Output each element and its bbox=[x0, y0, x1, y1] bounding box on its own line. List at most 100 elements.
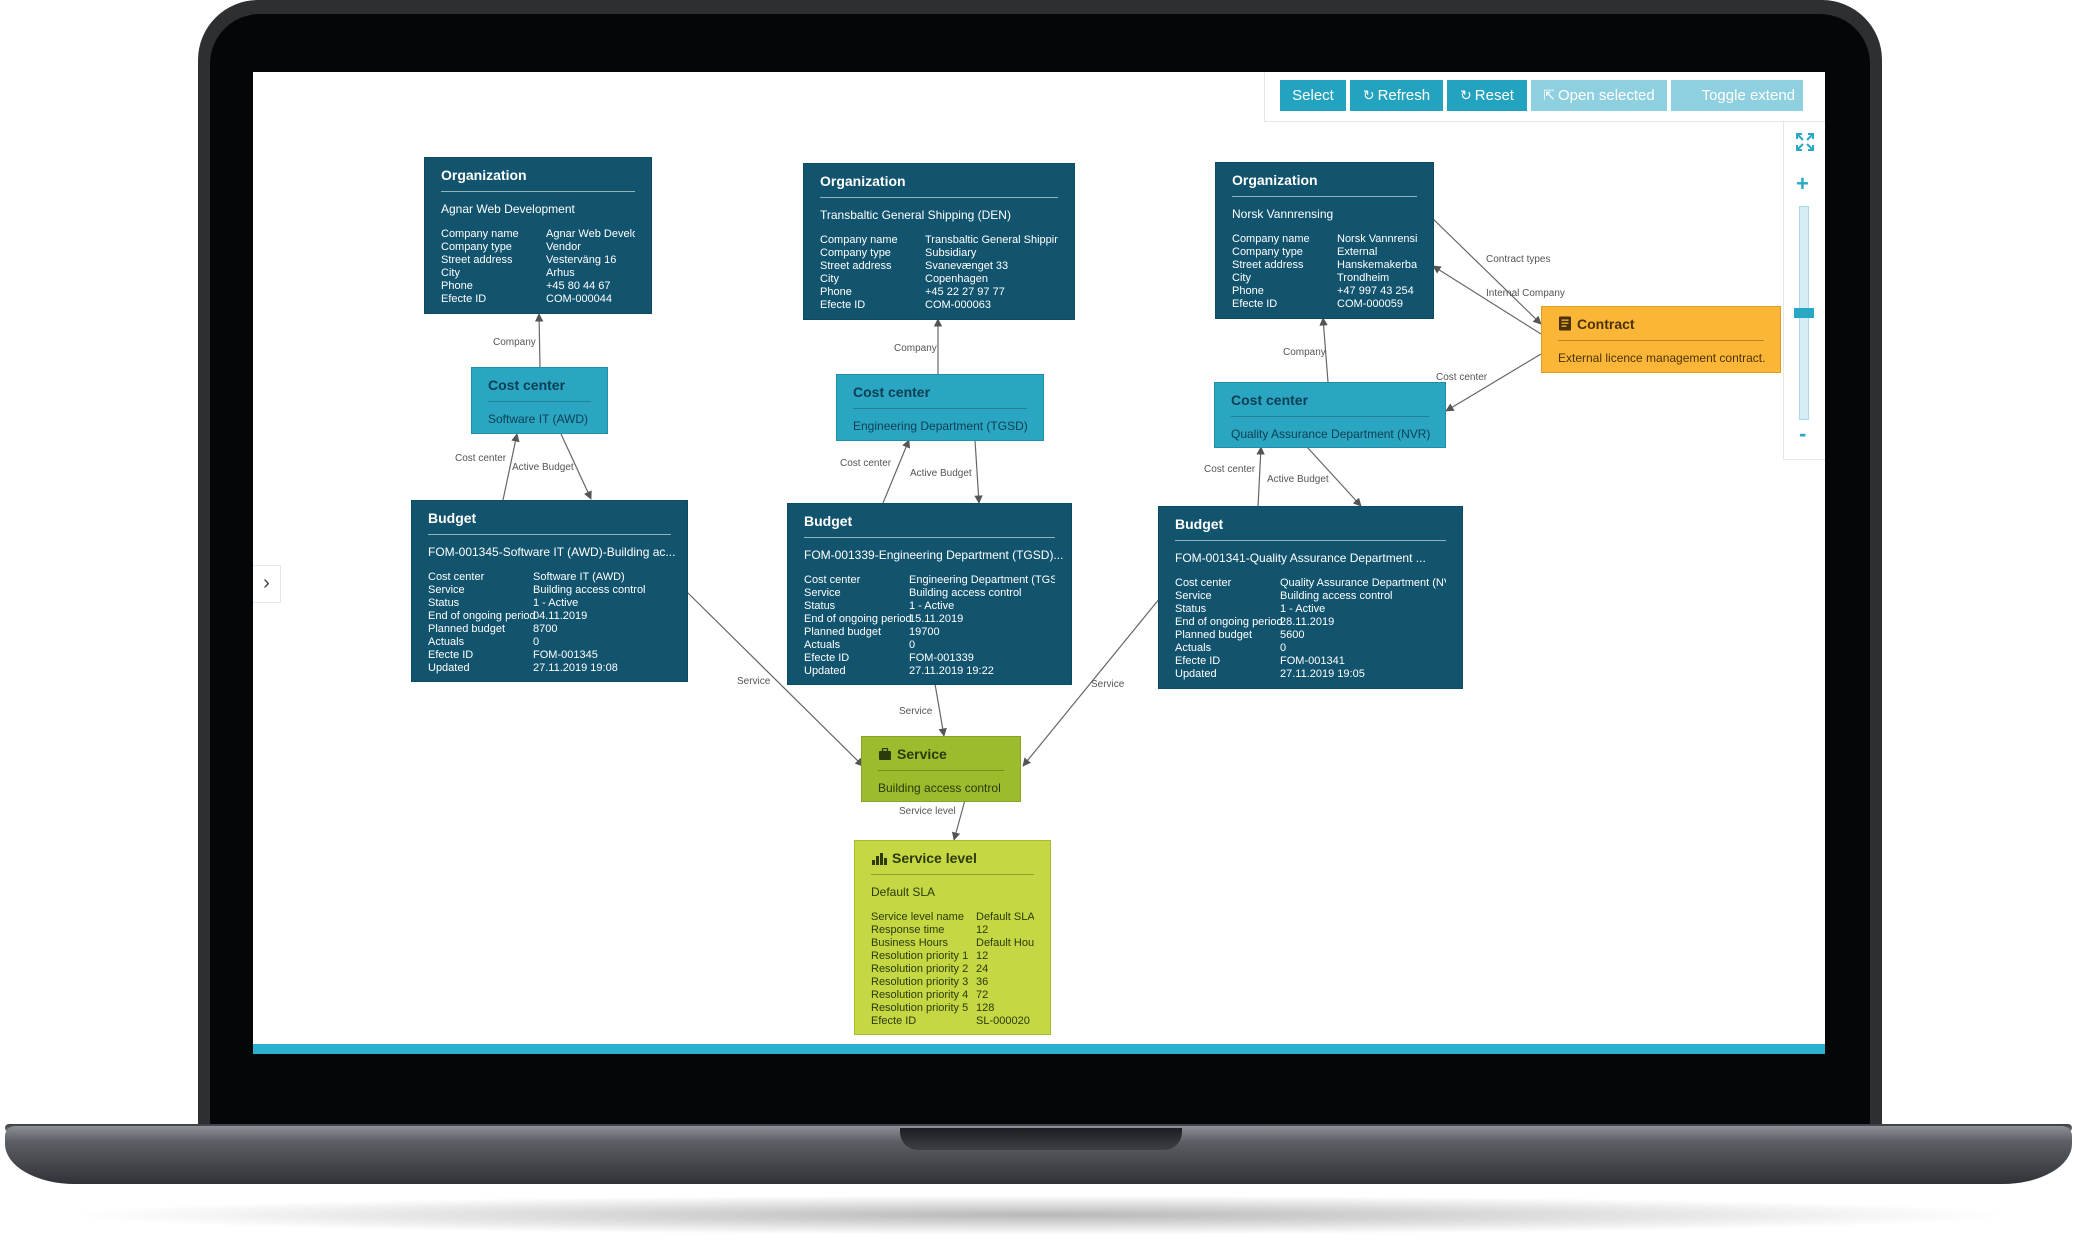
prop-row: Company name Agnar Web Development bbox=[441, 228, 635, 241]
prop-key: Service bbox=[804, 587, 841, 599]
prop-value: 04.11.2019 bbox=[533, 610, 588, 622]
prop-key: Efecte ID bbox=[1175, 655, 1221, 667]
edge-cc1-org1 bbox=[534, 313, 544, 368]
prop-value: 0 bbox=[909, 639, 916, 651]
prop-key: Company name bbox=[441, 228, 519, 240]
cost-center-node[interactable]: Cost center Engineering Department (TGSD… bbox=[836, 374, 1044, 441]
prop-row: Efecte ID COM-000063 bbox=[820, 299, 1058, 312]
service-node[interactable]: Service Building access control bbox=[861, 736, 1021, 802]
screen-bottom-bar bbox=[253, 1044, 1825, 1054]
select-label: Select bbox=[1292, 87, 1334, 104]
edge-label-cost-center: Cost center bbox=[455, 453, 507, 464]
contract-node[interactable]: Contract External licence management con… bbox=[1541, 306, 1781, 373]
node-type: Service level bbox=[892, 850, 977, 866]
graph-toolbar: Select ↻ Refresh ↻ Reset ⇱ Open selected To… bbox=[1264, 72, 1825, 122]
node-props: Service level name Default SLA Response t… bbox=[855, 899, 1050, 1028]
select-button[interactable]: Select bbox=[1280, 80, 1346, 111]
prop-row: End of ongoing period 28.11.2019 bbox=[1175, 616, 1446, 629]
edge-label-service: Service bbox=[899, 706, 933, 717]
zoom-out-button[interactable]: - bbox=[1799, 423, 1806, 445]
cost-center-node[interactable]: Cost center Software IT (AWD) bbox=[471, 367, 608, 434]
prop-row: Company name Norsk Vannrensing bbox=[1232, 233, 1417, 246]
prop-value: Subsidiary bbox=[925, 247, 977, 259]
prop-row: Resolution priority 4 72 bbox=[871, 989, 1034, 1002]
node-type: Budget bbox=[804, 513, 853, 529]
zoom-in-button[interactable]: + bbox=[1796, 173, 1809, 195]
prop-key: Phone bbox=[820, 286, 852, 298]
prop-value: External bbox=[1337, 246, 1378, 258]
open-selected-button[interactable]: ⇱ Open selected bbox=[1531, 80, 1667, 111]
prop-key: City bbox=[1232, 272, 1251, 284]
node-props: Company name Transbaltic General Shipping… bbox=[804, 222, 1074, 312]
prop-value: 27.11.2019 19:22 bbox=[909, 665, 994, 677]
prop-row: Status 1 - Active bbox=[1175, 603, 1446, 616]
toggle-extend-button[interactable]: Toggle extend bbox=[1671, 80, 1803, 111]
prop-row: Planned budget 19700 bbox=[804, 626, 1055, 639]
prop-key: Efecte ID bbox=[804, 652, 850, 664]
edge-label-company: Company bbox=[1283, 347, 1326, 358]
prop-value: COM-000063 bbox=[925, 299, 992, 311]
prop-row: Company type Subsidiary bbox=[820, 247, 1058, 260]
budget-node[interactable]: Budget FOM-001341-Quality Assurance Depa… bbox=[1158, 506, 1463, 689]
prop-row: Service Building access control bbox=[1175, 590, 1446, 603]
node-type: Service bbox=[897, 746, 947, 762]
node-props: Cost center Engineering Department (TGSD)… bbox=[788, 562, 1071, 678]
prop-row: Response time 12 bbox=[871, 924, 1034, 937]
prop-row: Street address Svanevænget 33 bbox=[820, 260, 1058, 273]
prop-value: 0 bbox=[533, 636, 540, 648]
prop-row: Updated 27.11.2019 19:22 bbox=[804, 665, 1055, 678]
prop-key: Phone bbox=[441, 280, 473, 292]
cost-center-node[interactable]: Cost center Quality Assurance Department… bbox=[1214, 382, 1446, 448]
budget-node[interactable]: Budget FOM-001345-Software IT (AWD)-Buil… bbox=[411, 500, 688, 682]
prop-value: Svanevænget 33 bbox=[925, 260, 1009, 272]
refresh-button[interactable]: ↻ Refresh bbox=[1350, 80, 1443, 111]
zoom-slider-handle[interactable] bbox=[1794, 308, 1814, 318]
organization-node[interactable]: Organization Agnar Web Development Compa… bbox=[424, 157, 652, 314]
fit-to-screen-icon[interactable] bbox=[1795, 132, 1815, 152]
organization-node[interactable]: Organization Norsk Vannrensing Company n… bbox=[1215, 162, 1434, 319]
prop-value: 5600 bbox=[1280, 629, 1305, 641]
prop-value: FOM-001339 bbox=[909, 652, 974, 664]
prop-key: Planned budget bbox=[428, 623, 506, 635]
node-name: FOM-001345-Software IT (AWD)-Building ac… bbox=[428, 545, 676, 559]
budget-node[interactable]: Budget FOM-001339-Engineering Department… bbox=[787, 503, 1072, 685]
node-name: Software IT (AWD) bbox=[488, 412, 589, 426]
prop-value: Transbaltic General Shipping (DEN) bbox=[925, 234, 1058, 246]
toggle-extend-label: Toggle extend bbox=[1701, 87, 1795, 104]
prop-row: City Copenhagen bbox=[820, 273, 1058, 286]
prop-value: Default Hours bbox=[976, 937, 1034, 949]
prop-value: 28.11.2019 bbox=[1280, 616, 1335, 628]
prop-value: 15.11.2019 bbox=[909, 613, 964, 625]
edge-label-service: Service bbox=[1091, 679, 1125, 690]
prop-key: Business Hours bbox=[871, 937, 949, 949]
briefcase-icon bbox=[879, 748, 891, 760]
prop-key: Actuals bbox=[804, 639, 841, 651]
prop-key: Efecte ID bbox=[1232, 298, 1278, 310]
prop-value: COM-000059 bbox=[1337, 298, 1404, 310]
organization-node[interactable]: Organization Transbaltic General Shippin… bbox=[803, 163, 1075, 320]
prop-value: Vendor bbox=[546, 241, 581, 253]
prop-row: Efecte ID FOM-001345 bbox=[428, 649, 671, 662]
prop-row: Cost center Quality Assurance Department … bbox=[1175, 577, 1446, 590]
prop-value: Hanskemakerbakken 4 bbox=[1337, 259, 1417, 271]
prop-row: Efecte ID SL-000020 bbox=[871, 1015, 1034, 1028]
expand-panel-button[interactable]: › bbox=[253, 565, 281, 603]
edge-contract-org3 bbox=[1432, 265, 1542, 335]
prop-value: Quality Assurance Department (NVR) bbox=[1280, 577, 1446, 589]
service-level-node[interactable]: Service level Default SLA Service level … bbox=[854, 840, 1051, 1035]
laptop-shadow bbox=[60, 1195, 2020, 1235]
edge-label-active-budget: Active Budget bbox=[1267, 474, 1329, 485]
prop-row: Phone +45 80 44 67 bbox=[441, 280, 635, 293]
prop-row: Resolution priority 3 36 bbox=[871, 976, 1034, 989]
refresh-label: Refresh bbox=[1377, 87, 1431, 104]
document-icon bbox=[1559, 316, 1571, 331]
prop-key: Updated bbox=[428, 662, 470, 674]
open-external-icon: ⇱ bbox=[1543, 87, 1555, 103]
prop-value: 24 bbox=[976, 963, 989, 975]
prop-value: FOM-001341 bbox=[1280, 655, 1345, 667]
edge-label-cost-center: Cost center bbox=[1204, 464, 1256, 475]
prop-key: Efecte ID bbox=[428, 649, 474, 661]
prop-value: 12 bbox=[976, 924, 989, 936]
prop-key: Response time bbox=[871, 924, 945, 936]
reset-button[interactable]: ↻ Reset bbox=[1447, 80, 1527, 111]
